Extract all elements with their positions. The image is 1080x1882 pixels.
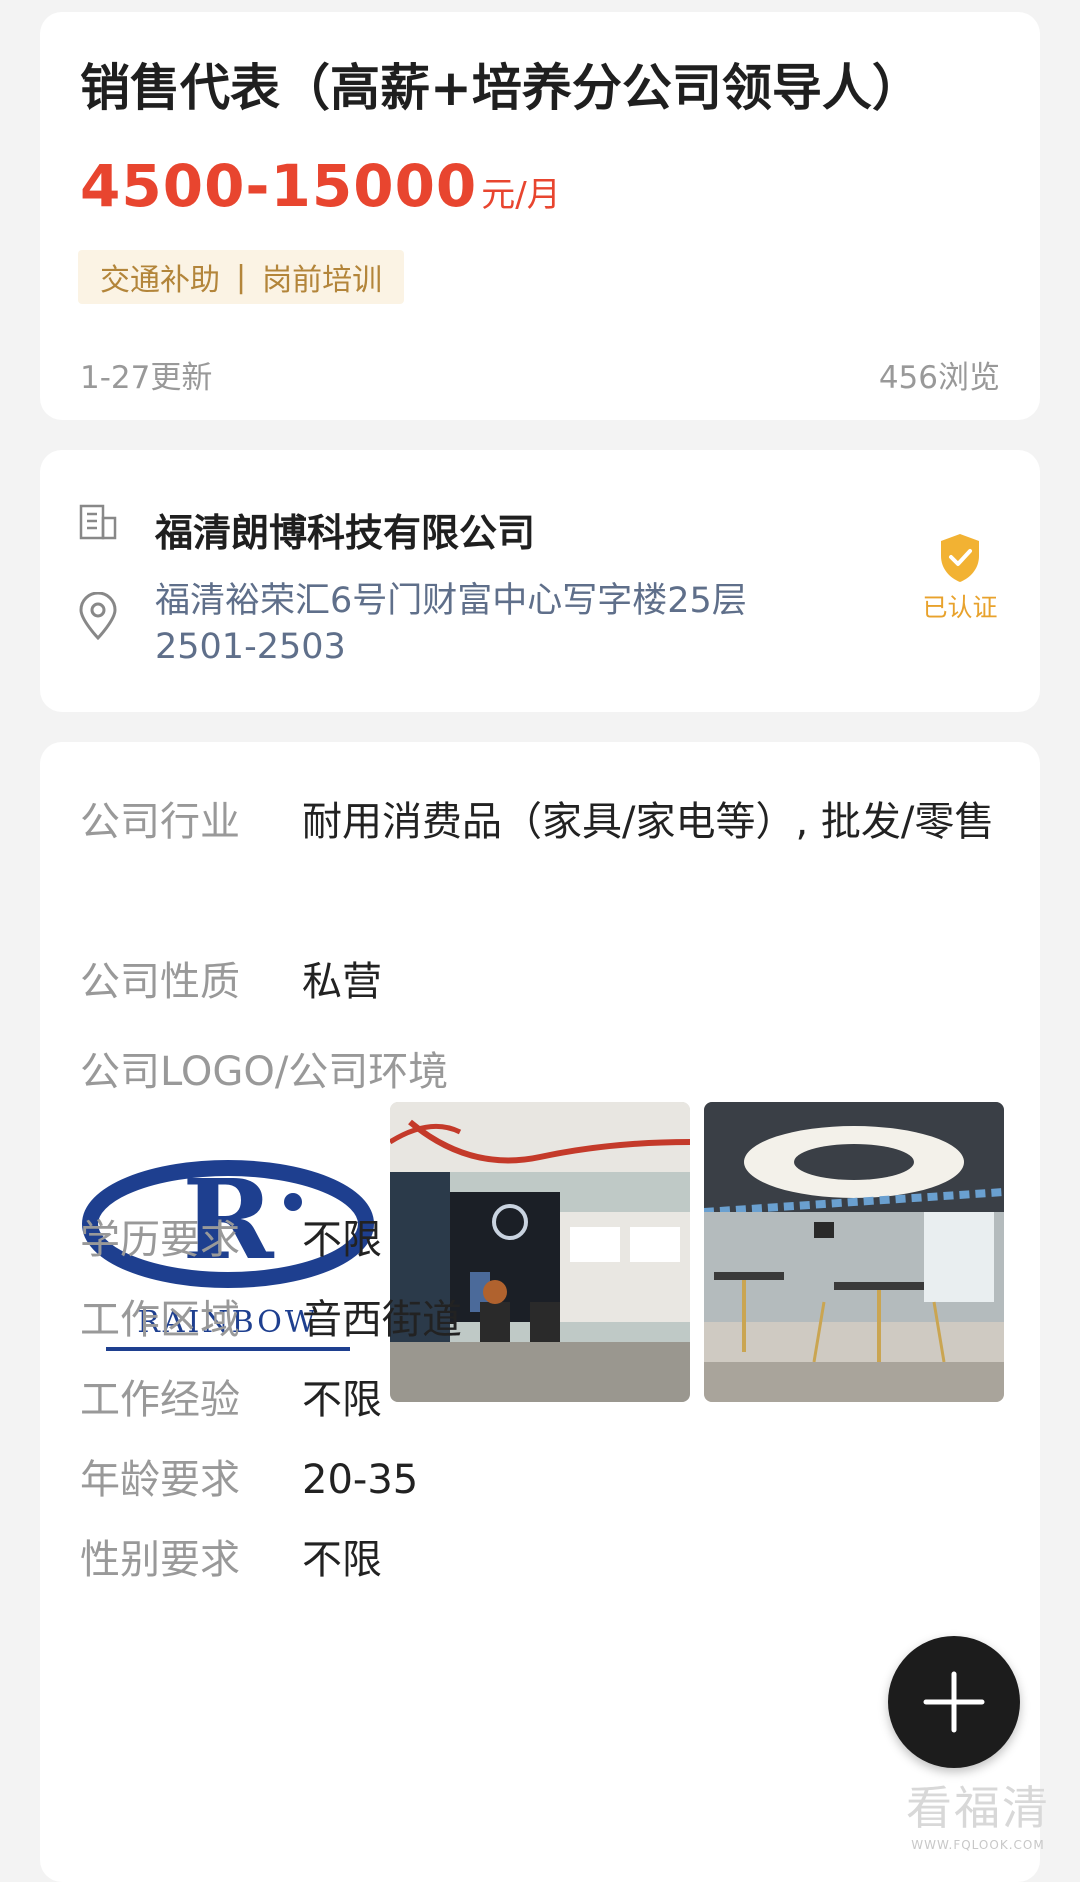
detail-row-area: 工作区域 音西街道 — [80, 1280, 462, 1360]
detail-value: 不限 — [302, 1217, 382, 1263]
detail-label: 工作区域 — [80, 1297, 240, 1343]
detail-label: 公司行业 — [80, 799, 240, 845]
industry-value: 耐用消费品（家具/家电等）, 批发/零售 — [302, 799, 995, 845]
benefit-tags: 交通补助 | 岗前培训 — [78, 250, 405, 304]
detail-label: 学历要求 — [80, 1217, 240, 1263]
add-button[interactable] — [888, 1636, 1020, 1768]
salary-amount: 4500-15000 — [80, 152, 478, 220]
benefit-tag: 交通补助 — [100, 263, 220, 298]
detail-label: 性别要求 — [80, 1537, 240, 1583]
benefit-tag: 岗前培训 — [262, 263, 383, 298]
detail-value: 20-35 — [302, 1457, 419, 1503]
plus-icon — [923, 1671, 985, 1733]
location-pin-icon — [79, 592, 117, 641]
company-address[interactable]: 福清裕荣汇6号门财富中心写字楼25层2501-2503 — [155, 578, 795, 670]
detail-row-nature: 公司性质 私营 — [80, 942, 382, 1022]
detail-value: 音西街道 — [302, 1297, 462, 1343]
detail-value: 私营 — [302, 959, 382, 1005]
detail-row-experience: 工作经验 不限 — [80, 1360, 382, 1440]
job-summary-card: 销售代表（高薪+培养分公司领导人） 4500-15000 元/月 交通补助 | 岗… — [40, 12, 1040, 420]
detail-label: 公司性质 — [80, 959, 240, 1005]
detail-label: 工作经验 — [80, 1377, 240, 1423]
tag-separator: | — [236, 259, 247, 295]
company-card[interactable]: 福清朗博科技有限公司 福清裕荣汇6号门财富中心写字楼25层2501-2503 已… — [40, 450, 1040, 712]
detail-row-age: 年龄要求 20-35 — [80, 1440, 418, 1520]
watermark: 看福清 WWW.FQLOOK.COM — [906, 1772, 1050, 1852]
verified-badge: 已认证 — [920, 532, 1000, 624]
detail-row-gender: 性别要求 不限 — [80, 1520, 382, 1600]
watermark-main: 看福清 — [906, 1781, 1050, 1835]
salary: 4500-15000 元/月 — [80, 152, 561, 220]
logo-gallery-label: 公司LOGO/公司环境 — [80, 1049, 449, 1095]
building-icon — [79, 504, 117, 540]
shield-check-icon — [941, 534, 979, 582]
detail-label: 年龄要求 — [80, 1457, 240, 1503]
company-name[interactable]: 福清朗博科技有限公司 — [155, 502, 535, 557]
update-date: 1-27更新 — [80, 360, 213, 396]
detail-row-education: 学历要求 不限 — [80, 1200, 382, 1280]
view-count: 456浏览 — [878, 360, 1000, 396]
verified-label: 已认证 — [922, 593, 998, 622]
detail-value: 不限 — [302, 1377, 382, 1423]
detail-value: 不限 — [302, 1537, 382, 1583]
office-photo-lounge[interactable] — [704, 1102, 1004, 1402]
salary-unit: 元/月 — [481, 175, 561, 215]
job-title: 销售代表（高薪+培养分公司领导人） — [80, 59, 922, 117]
detail-row-industry: 公司行业 — [80, 782, 302, 862]
